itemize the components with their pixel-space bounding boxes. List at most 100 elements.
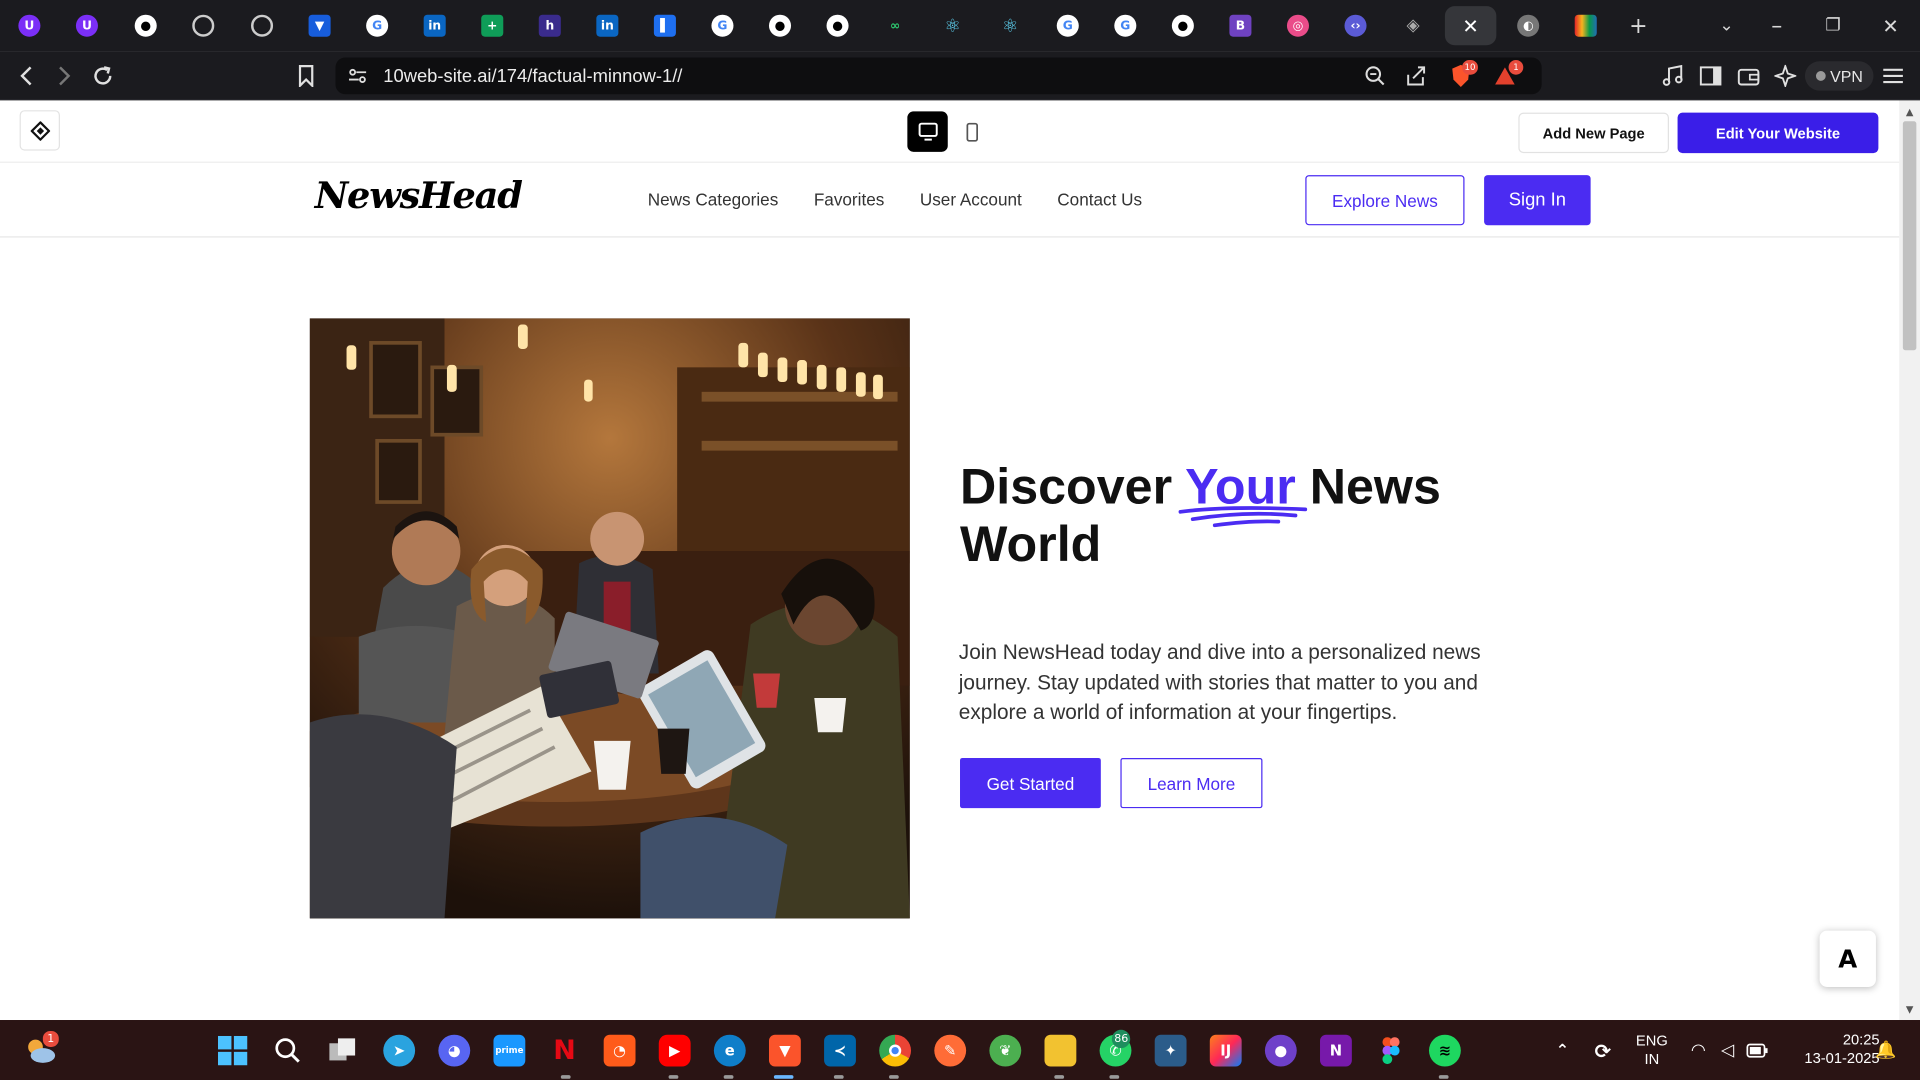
task-view-icon[interactable] — [327, 1035, 359, 1067]
tab-react-2[interactable]: ⚛ — [986, 6, 1035, 45]
tab-sheets[interactable]: + — [468, 6, 517, 45]
sidebar-toggle-icon[interactable] — [1696, 61, 1725, 90]
telegram-icon[interactable]: ➤ — [383, 1034, 416, 1067]
page-scrollbar[interactable]: ▲ ▼ — [1899, 100, 1920, 1021]
nav-contact-us[interactable]: Contact Us — [1057, 190, 1142, 210]
new-tab-icon[interactable]: + — [1622, 10, 1654, 42]
tab-active-close[interactable]: ✕ — [1444, 6, 1497, 46]
scroll-down-icon[interactable]: ▼ — [1899, 1000, 1920, 1017]
brave-icon[interactable]: ▼ — [768, 1034, 801, 1067]
learn-more-button[interactable]: Learn More — [1120, 757, 1263, 809]
tab-google-2[interactable]: G — [698, 6, 747, 45]
tab-linkedin-1[interactable]: in — [410, 6, 459, 45]
leo-ai-icon[interactable] — [1771, 61, 1800, 90]
vpn-button[interactable]: VPN — [1804, 61, 1874, 91]
tab-dribbble[interactable]: ◎ — [1273, 6, 1322, 45]
tab-hashnode[interactable]: h — [525, 6, 574, 45]
tenweb-logo[interactable] — [19, 110, 61, 151]
back-icon[interactable] — [12, 61, 41, 90]
tab-google-3[interactable]: G — [1043, 6, 1092, 45]
add-new-page-button[interactable]: Add New Page — [1518, 112, 1669, 154]
minimize-icon[interactable]: – — [1761, 10, 1793, 42]
volume-icon[interactable]: ◁ — [1712, 1035, 1744, 1067]
chrome-icon[interactable] — [879, 1034, 912, 1067]
menu-icon[interactable] — [1878, 61, 1907, 90]
taskbar-indicator — [888, 1075, 899, 1079]
tab-code-app[interactable]: ‹› — [1331, 6, 1380, 45]
sign-in-button[interactable]: Sign In — [1484, 175, 1591, 226]
tab-github-1[interactable]: ● — [121, 6, 170, 45]
music-icon[interactable] — [1658, 61, 1687, 90]
site-settings-icon[interactable] — [348, 66, 368, 92]
tab-sidebar-app[interactable]: ▌ — [640, 6, 689, 45]
battery-icon[interactable] — [1741, 1035, 1773, 1067]
wallet-icon[interactable] — [1734, 61, 1763, 90]
figma-icon[interactable] — [1375, 1035, 1407, 1067]
tab-github-2[interactable]: ● — [756, 6, 805, 45]
onenote-icon[interactable]: N — [1320, 1034, 1352, 1067]
search-icon[interactable] — [272, 1035, 304, 1067]
tray-chevron-icon[interactable]: ⌃ — [1547, 1035, 1579, 1067]
postman-icon[interactable]: ✎ — [934, 1034, 967, 1067]
tab-bootstrap[interactable]: B — [1216, 6, 1265, 45]
discord-icon[interactable]: ◕ — [438, 1034, 471, 1067]
tab-bitwarden[interactable]: ▼ — [295, 6, 344, 45]
nav-user-account[interactable]: User Account — [920, 190, 1022, 210]
tab-chatgpt-2[interactable] — [238, 6, 287, 45]
notification-bell-icon[interactable]: 🔔 — [1870, 1035, 1902, 1067]
mobile-view-button[interactable] — [960, 111, 984, 151]
tab-ublock-1[interactable]: U — [5, 6, 54, 45]
sync-icon[interactable]: ⟳ — [1587, 1035, 1619, 1067]
tab-github-4[interactable]: ● — [1158, 6, 1207, 45]
get-started-button[interactable]: Get Started — [960, 757, 1101, 809]
nav-favorites[interactable]: Favorites — [814, 190, 885, 210]
ai-assistant-button[interactable]: A — [1819, 930, 1876, 987]
site-logo[interactable]: NewsHead — [315, 175, 523, 218]
vscode-icon[interactable]: ≺ — [824, 1034, 856, 1067]
url-text[interactable]: 10web-site.ai/174/factual-minnow-1// — [383, 66, 682, 87]
language-indicator[interactable]: ENG IN — [1631, 1032, 1673, 1069]
intellij-icon[interactable]: IJ — [1209, 1034, 1242, 1067]
windows-start-icon[interactable] — [217, 1035, 249, 1067]
tab-globe[interactable]: ◐ — [1504, 6, 1553, 45]
forward-icon[interactable] — [49, 61, 78, 90]
tab-app-green[interactable]: ∞ — [871, 6, 920, 45]
scrollbar-thumb[interactable] — [1902, 121, 1917, 351]
prime-video-icon[interactable]: prime — [493, 1034, 526, 1067]
share-icon[interactable] — [1406, 65, 1428, 93]
netflix-icon[interactable]: N — [549, 1035, 581, 1067]
file-explorer-icon[interactable] — [1044, 1034, 1077, 1067]
scroll-up-icon[interactable]: ▲ — [1899, 103, 1920, 120]
tab-github-3[interactable]: ● — [813, 6, 862, 45]
window-close-icon[interactable]: ✕ — [1875, 10, 1907, 42]
address-bar[interactable]: 10web-site.ai/174/factual-minnow-1// 10 … — [335, 57, 1542, 95]
mysql-workbench-icon[interactable]: ✦ — [1154, 1034, 1187, 1067]
tab-10web-1[interactable]: ◈ — [1389, 6, 1438, 45]
reload-icon[interactable] — [88, 61, 117, 90]
tab-chatgpt-1[interactable] — [179, 6, 228, 45]
tab-linkedin-2[interactable]: in — [583, 6, 632, 45]
chevron-down-icon[interactable]: ⌄ — [1711, 10, 1743, 42]
edge-icon[interactable]: e — [713, 1034, 746, 1067]
nav-news-categories[interactable]: News Categories — [648, 190, 779, 210]
tab-google-4[interactable]: G — [1101, 6, 1150, 45]
close-icon[interactable]: ✕ — [1462, 14, 1478, 37]
tab-zoho[interactable] — [1561, 6, 1610, 45]
restore-icon[interactable]: ❐ — [1817, 10, 1849, 42]
site-header: NewsHead News Categories Favorites User … — [0, 162, 1900, 238]
tab-react-1[interactable]: ⚛ — [928, 6, 977, 45]
tab-ublock-2[interactable]: U — [62, 6, 111, 45]
desktop-view-button[interactable] — [907, 111, 948, 152]
leaf-app-icon[interactable]: ❦ — [989, 1034, 1022, 1067]
youtube-icon[interactable]: ▶ — [658, 1034, 691, 1067]
wifi-icon[interactable]: ◠ — [1682, 1035, 1714, 1067]
zoom-icon[interactable] — [1364, 65, 1386, 93]
edit-website-button[interactable]: Edit Your Website — [1677, 112, 1879, 154]
explore-news-button[interactable]: Explore News — [1305, 175, 1465, 226]
clock[interactable]: 20:25 13-01-2025 — [1782, 1031, 1879, 1068]
bookmark-icon[interactable] — [291, 61, 320, 90]
tab-google-1[interactable]: G — [353, 6, 402, 45]
crunchyroll-icon[interactable]: ◔ — [603, 1034, 636, 1067]
github-desktop-icon[interactable]: ● — [1264, 1034, 1297, 1067]
spotify-icon[interactable]: ≋ — [1428, 1034, 1461, 1067]
